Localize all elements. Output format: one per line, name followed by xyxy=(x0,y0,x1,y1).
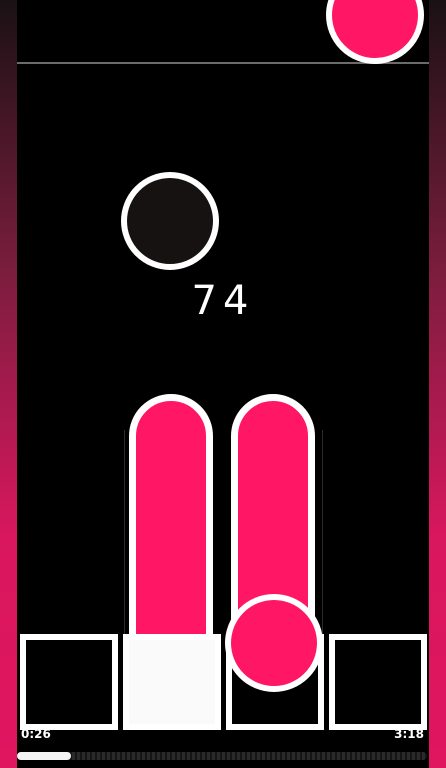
song-progress-fill xyxy=(17,752,71,760)
score-counter: 74 xyxy=(191,278,255,324)
left-edge-glow xyxy=(0,0,17,768)
lane-pad-4[interactable] xyxy=(329,634,427,730)
lane-pad-2[interactable] xyxy=(123,634,221,730)
falling-dark-note[interactable] xyxy=(121,172,219,270)
total-time: 3:18 xyxy=(394,727,424,741)
falling-tap-note[interactable] xyxy=(326,0,424,64)
tap-note-on-pad[interactable] xyxy=(225,594,323,692)
play-field: 74 xyxy=(17,0,429,768)
elapsed-time: 0:26 xyxy=(21,727,51,741)
hold-note-lane-2[interactable] xyxy=(129,394,213,644)
lane-divider xyxy=(322,430,323,640)
song-progress-bar[interactable] xyxy=(17,752,427,760)
right-edge-glow xyxy=(429,0,446,768)
lane-divider xyxy=(124,430,125,640)
lane-pad-1[interactable] xyxy=(20,634,118,730)
